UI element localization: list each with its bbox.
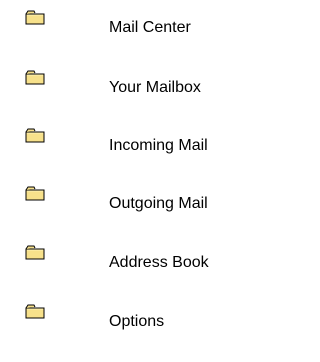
nav-label-address-book: Address Book [109,254,209,271]
folder-icon [25,70,45,86]
folder-icon [25,186,45,202]
folder-icon [25,304,45,320]
folder-icon [25,128,45,144]
nav-item-options[interactable]: Options [0,304,278,344]
nav-item-address-book[interactable]: Address Book [0,245,278,285]
mail-navigation-list: Mail Center Your Mailbox Incoming Mail O… [0,0,278,362]
nav-label-incoming-mail: Incoming Mail [109,137,208,154]
nav-label-outgoing-mail: Outgoing Mail [109,195,208,212]
nav-item-incoming-mail[interactable]: Incoming Mail [0,128,278,168]
folder-icon [25,245,45,261]
nav-label-options: Options [109,313,165,330]
nav-item-mail-center[interactable]: Mail Center [0,10,278,50]
nav-label-mail-center: Mail Center [109,19,191,36]
nav-item-your-mailbox[interactable]: Your Mailbox [0,70,278,110]
folder-icon [25,10,45,26]
nav-item-outgoing-mail[interactable]: Outgoing Mail [0,186,278,226]
nav-label-your-mailbox: Your Mailbox [109,79,201,96]
